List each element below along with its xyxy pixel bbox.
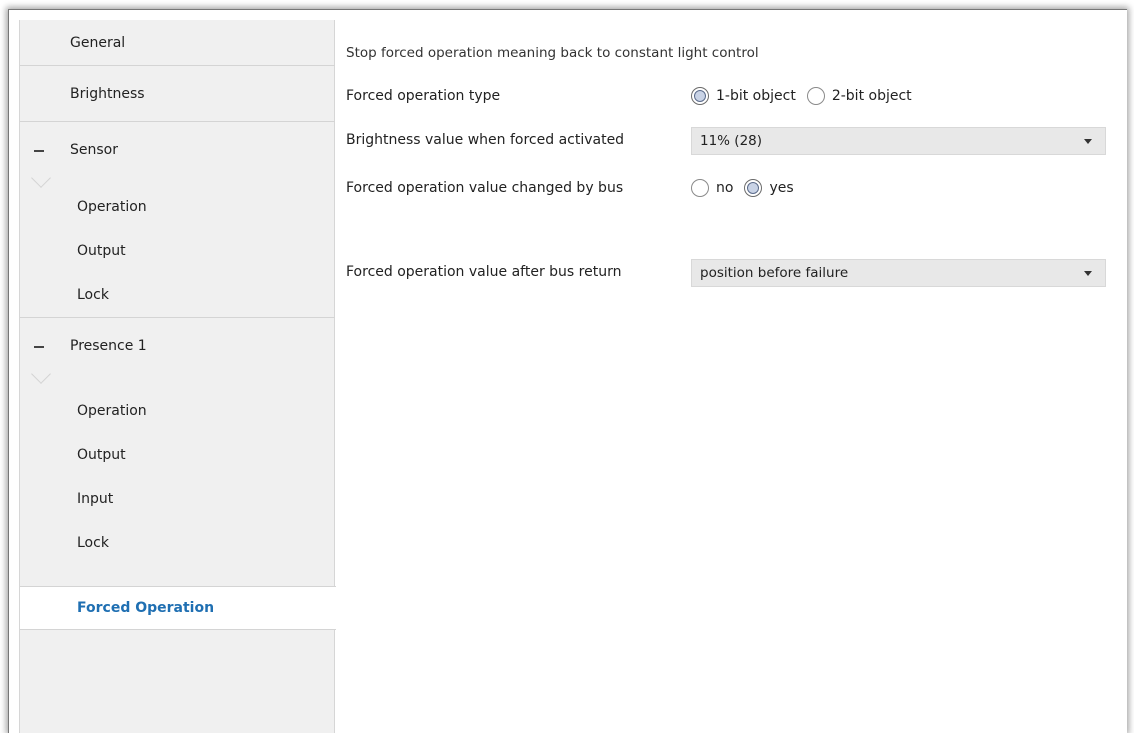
sidebar-item-presence-lock[interactable]: Lock [20, 521, 335, 565]
sidebar-item-label: Brightness [70, 85, 145, 102]
radio-label: no [716, 180, 734, 196]
dropdown-arrow-icon [1084, 271, 1092, 276]
radio-label: 2-bit object [831, 88, 912, 104]
forced-type-radio-group: 1-bit object 2-bit object [691, 87, 923, 105]
sidebar-item-label: Output [77, 243, 126, 259]
sidebar-group-sensor[interactable]: Sensor [20, 122, 335, 188]
radio-label: yes [769, 180, 794, 196]
select-value: position before failure [700, 265, 849, 281]
radio-1-bit-object[interactable]: 1-bit object [691, 87, 796, 105]
radio-unchecked-icon[interactable] [691, 179, 709, 197]
sidebar-item-label: Forced Operation [77, 600, 215, 616]
brightness-value-select[interactable]: 11% (28) [691, 127, 1106, 155]
sidebar-group-presence[interactable]: Presence 1 [20, 318, 335, 384]
sidebar-item-brightness[interactable]: Brightness [20, 66, 335, 122]
sidebar-item-label: General [70, 34, 126, 51]
sidebar: General Brightness Sensor Operation Outp… [19, 20, 336, 733]
changed-by-bus-label: Forced operation value changed by bus [346, 180, 624, 196]
changed-by-bus-radio-group: no yes [691, 179, 805, 197]
sidebar-item-label: Lock [77, 287, 109, 303]
radio-unchecked-icon[interactable] [806, 87, 825, 105]
sidebar-item-presence-output[interactable]: Output [20, 433, 335, 477]
dropdown-arrow-icon [1084, 139, 1092, 144]
forced-type-label: Forced operation type [346, 88, 501, 104]
app-window: General Brightness Sensor Operation Outp… [8, 9, 1127, 733]
sidebar-item-sensor-output[interactable]: Output [20, 229, 335, 273]
sidebar-item-sensor-lock[interactable]: Lock [20, 273, 335, 318]
sidebar-item-label: Operation [77, 199, 147, 215]
sidebar-item-label: Output [77, 447, 126, 463]
after-bus-return-select[interactable]: position before failure [691, 259, 1106, 287]
sidebar-item-presence-operation[interactable]: Operation [20, 389, 335, 433]
after-bus-return-label: Forced operation value after bus return [346, 264, 622, 280]
radio-checked-icon[interactable] [744, 179, 763, 197]
sidebar-item-presence-input[interactable]: Input [20, 477, 335, 521]
collapse-icon[interactable] [34, 150, 44, 152]
collapse-icon[interactable] [34, 346, 44, 348]
parameter-panel: Stop forced operation meaning back to co… [335, 20, 1127, 733]
group-caret-notch [31, 364, 51, 384]
sidebar-item-label: Operation [77, 403, 147, 419]
brightness-value-label: Brightness value when forced activated [346, 132, 625, 148]
radio-label: 1-bit object [716, 88, 796, 104]
radio-2-bit-object[interactable]: 2-bit object [806, 87, 912, 105]
section-title: Stop forced operation meaning back to co… [346, 45, 759, 61]
sidebar-item-label: Lock [77, 535, 109, 551]
radio-no[interactable]: no [691, 179, 733, 197]
radio-yes[interactable]: yes [744, 179, 794, 197]
sidebar-item-label: Input [77, 491, 114, 507]
select-value: 11% (28) [700, 133, 763, 149]
radio-checked-icon[interactable] [691, 87, 709, 105]
sidebar-item-sensor-operation[interactable]: Operation [20, 185, 335, 229]
sidebar-group-label: Presence 1 [70, 338, 147, 354]
sidebar-group-label: Sensor [70, 142, 118, 158]
sidebar-item-general[interactable]: General [20, 20, 335, 66]
sidebar-item-forced-operation[interactable]: Forced Operation [20, 586, 336, 630]
